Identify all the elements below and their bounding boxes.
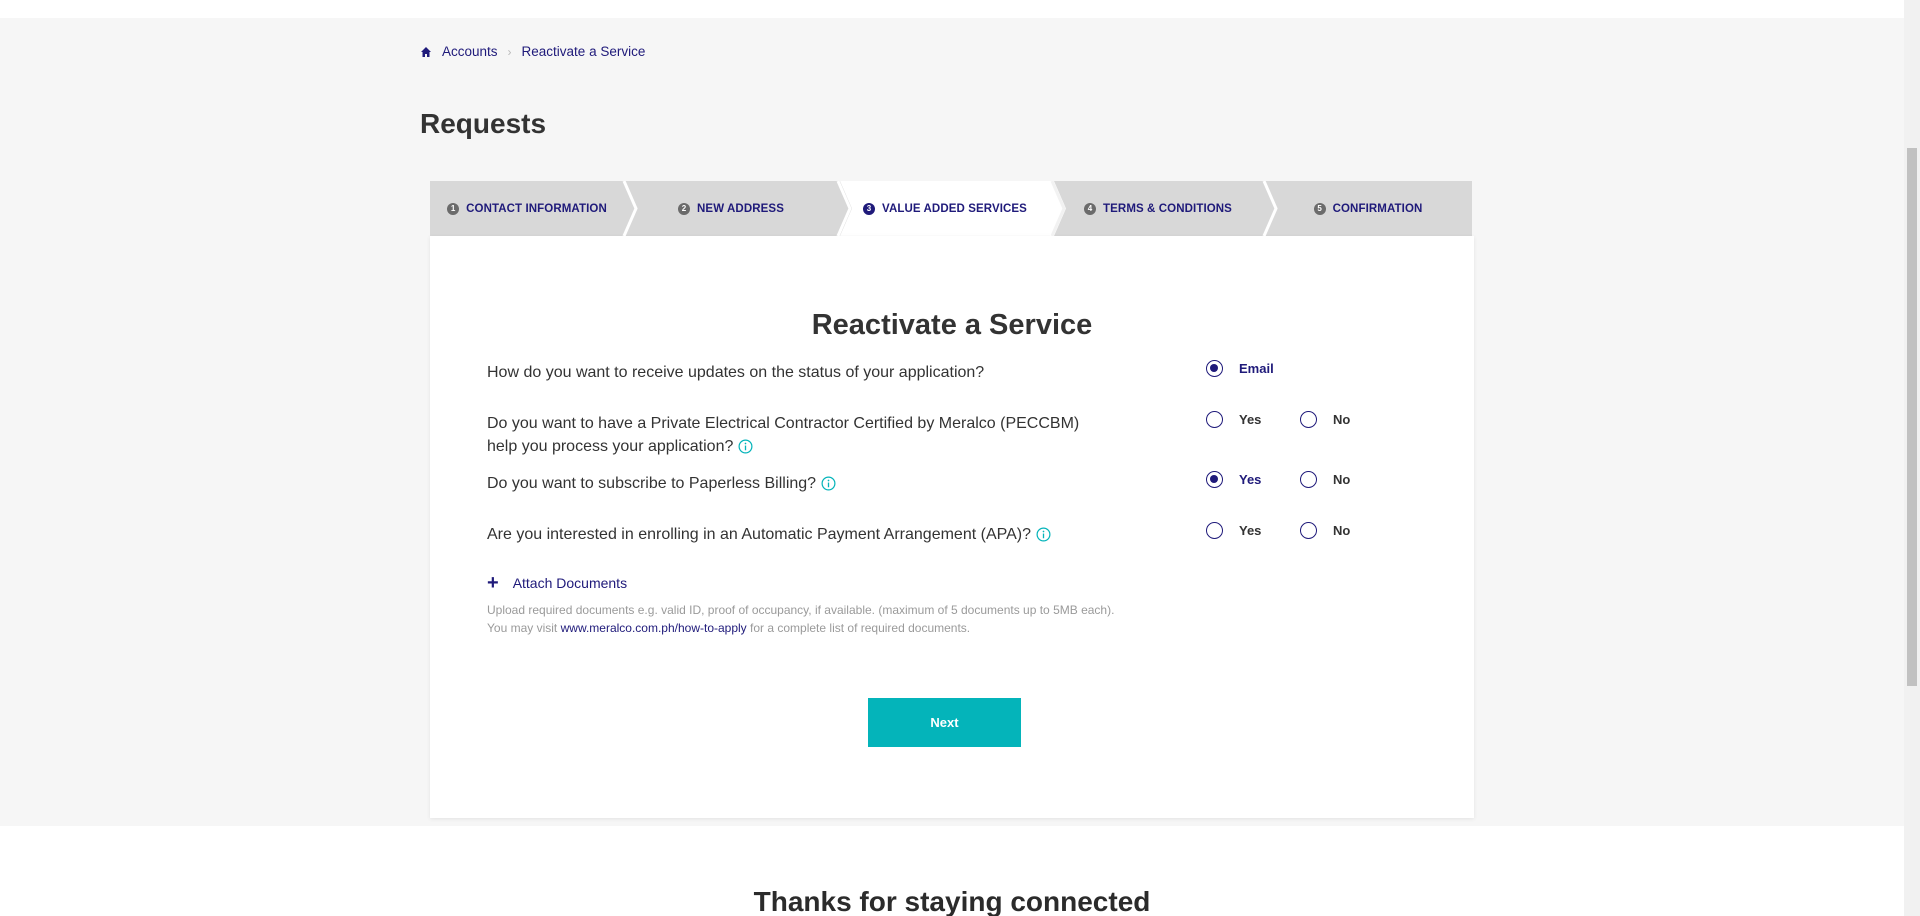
- attach-label: Attach Documents: [512, 575, 628, 591]
- step-number: 4: [1084, 202, 1097, 215]
- step-value-added-services[interactable]: 3 VALUE ADDED SERVICES: [838, 181, 1052, 236]
- option-label: No: [1333, 523, 1351, 538]
- step-contact-information[interactable]: 1 CONTACT INFORMATION: [430, 181, 624, 236]
- step-chevron-icon: [836, 181, 852, 236]
- step-number: 2: [678, 202, 691, 215]
- radio-peccbm-yes[interactable]: [1206, 411, 1223, 428]
- footer-title: Thanks for staying connected: [753, 886, 1151, 916]
- step-number: 3: [863, 202, 876, 215]
- radio-paperless-yes[interactable]: [1206, 471, 1223, 488]
- step-chevron-icon: [1262, 181, 1278, 236]
- question-update-method: How do you want to receive updates on th…: [487, 361, 984, 384]
- option-paperless-no[interactable]: No: [1300, 471, 1350, 488]
- step-chevron-icon: [622, 181, 638, 236]
- progress-stepper: 1 CONTACT INFORMATION 2 NEW ADDRESS 3 VA…: [430, 181, 1472, 236]
- step-label: CONTACT INFORMATION: [466, 202, 607, 215]
- step-number: 5: [1313, 202, 1326, 215]
- radio-paperless-no[interactable]: [1300, 471, 1317, 488]
- option-apa-yes[interactable]: Yes: [1206, 522, 1261, 539]
- hint-text: Upload required documents e.g. valid ID,…: [487, 603, 1115, 617]
- option-label: Yes: [1239, 412, 1262, 427]
- home-icon[interactable]: [420, 46, 432, 58]
- option-peccbm-yes[interactable]: Yes: [1206, 411, 1261, 428]
- option-label: Yes: [1239, 523, 1262, 538]
- radio-peccbm-no[interactable]: [1300, 411, 1317, 428]
- how-to-apply-link[interactable]: www.meralco.com.ph/how-to-apply: [561, 621, 747, 635]
- step-label: NEW ADDRESS: [697, 202, 784, 215]
- breadcrumb: Accounts › Reactivate a Service: [420, 44, 645, 59]
- vertical-scrollbar[interactable]: [1904, 0, 1920, 916]
- breadcrumb-reactivate-service[interactable]: Reactivate a Service: [522, 44, 646, 59]
- option-label: No: [1333, 472, 1351, 487]
- breadcrumb-separator: ›: [507, 44, 512, 59]
- info-icon[interactable]: [821, 476, 836, 491]
- option-apa-no[interactable]: No: [1300, 522, 1350, 539]
- option-peccbm-no[interactable]: No: [1300, 411, 1350, 428]
- form-title: Reactivate a Service: [811, 309, 1093, 341]
- step-label: VALUE ADDED SERVICES: [882, 202, 1027, 215]
- attach-documents-button[interactable]: + Attach Documents: [487, 572, 628, 594]
- hint-text: You may visit: [487, 621, 558, 635]
- question-text: Do you want to have a Private Electrical…: [487, 415, 1080, 432]
- step-number: 1: [447, 202, 460, 215]
- step-label: TERMS & CONDITIONS: [1103, 202, 1232, 215]
- next-button[interactable]: Next: [868, 698, 1021, 747]
- question-text: Do you want to subscribe to Paperless Bi…: [487, 475, 817, 492]
- step-confirmation[interactable]: 5 CONFIRMATION: [1264, 181, 1472, 236]
- breadcrumb-accounts[interactable]: Accounts: [442, 44, 498, 59]
- option-email[interactable]: Email: [1206, 360, 1274, 377]
- option-label: Yes: [1239, 472, 1262, 487]
- scrollbar-thumb[interactable]: [1907, 148, 1917, 686]
- option-label: No: [1333, 412, 1351, 427]
- step-terms-conditions[interactable]: 4 TERMS & CONDITIONS: [1052, 181, 1264, 236]
- step-new-address[interactable]: 2 NEW ADDRESS: [624, 181, 838, 236]
- info-icon[interactable]: [1036, 527, 1051, 542]
- option-label: Email: [1239, 361, 1274, 376]
- question-text: help you process your application?: [487, 438, 734, 455]
- option-paperless-yes[interactable]: Yes: [1206, 471, 1261, 488]
- upload-hint: Upload required documents e.g. valid ID,…: [487, 601, 1114, 637]
- hint-text: for a complete list of required document…: [750, 621, 971, 635]
- radio-apa-yes[interactable]: [1206, 522, 1223, 539]
- radio-email[interactable]: [1206, 360, 1223, 377]
- question-paperless-billing: Do you want to subscribe to Paperless Bi…: [487, 472, 836, 495]
- request-form-card: Reactivate a Service How do you want to …: [430, 236, 1474, 818]
- question-apa: Are you interested in enrolling in an Au…: [487, 523, 1051, 546]
- question-peccbm: Do you want to have a Private Electrical…: [487, 412, 1079, 458]
- info-icon[interactable]: [738, 439, 753, 454]
- page-title: Requests: [420, 108, 547, 139]
- plus-icon: +: [487, 572, 499, 594]
- radio-apa-no[interactable]: [1300, 522, 1317, 539]
- step-chevron-icon: [1050, 181, 1066, 236]
- question-text: Are you interested in enrolling in an Au…: [487, 526, 1031, 543]
- question-text: How do you want to receive updates on th…: [487, 364, 985, 381]
- top-bar: [0, 0, 1904, 18]
- step-label: CONFIRMATION: [1332, 202, 1423, 215]
